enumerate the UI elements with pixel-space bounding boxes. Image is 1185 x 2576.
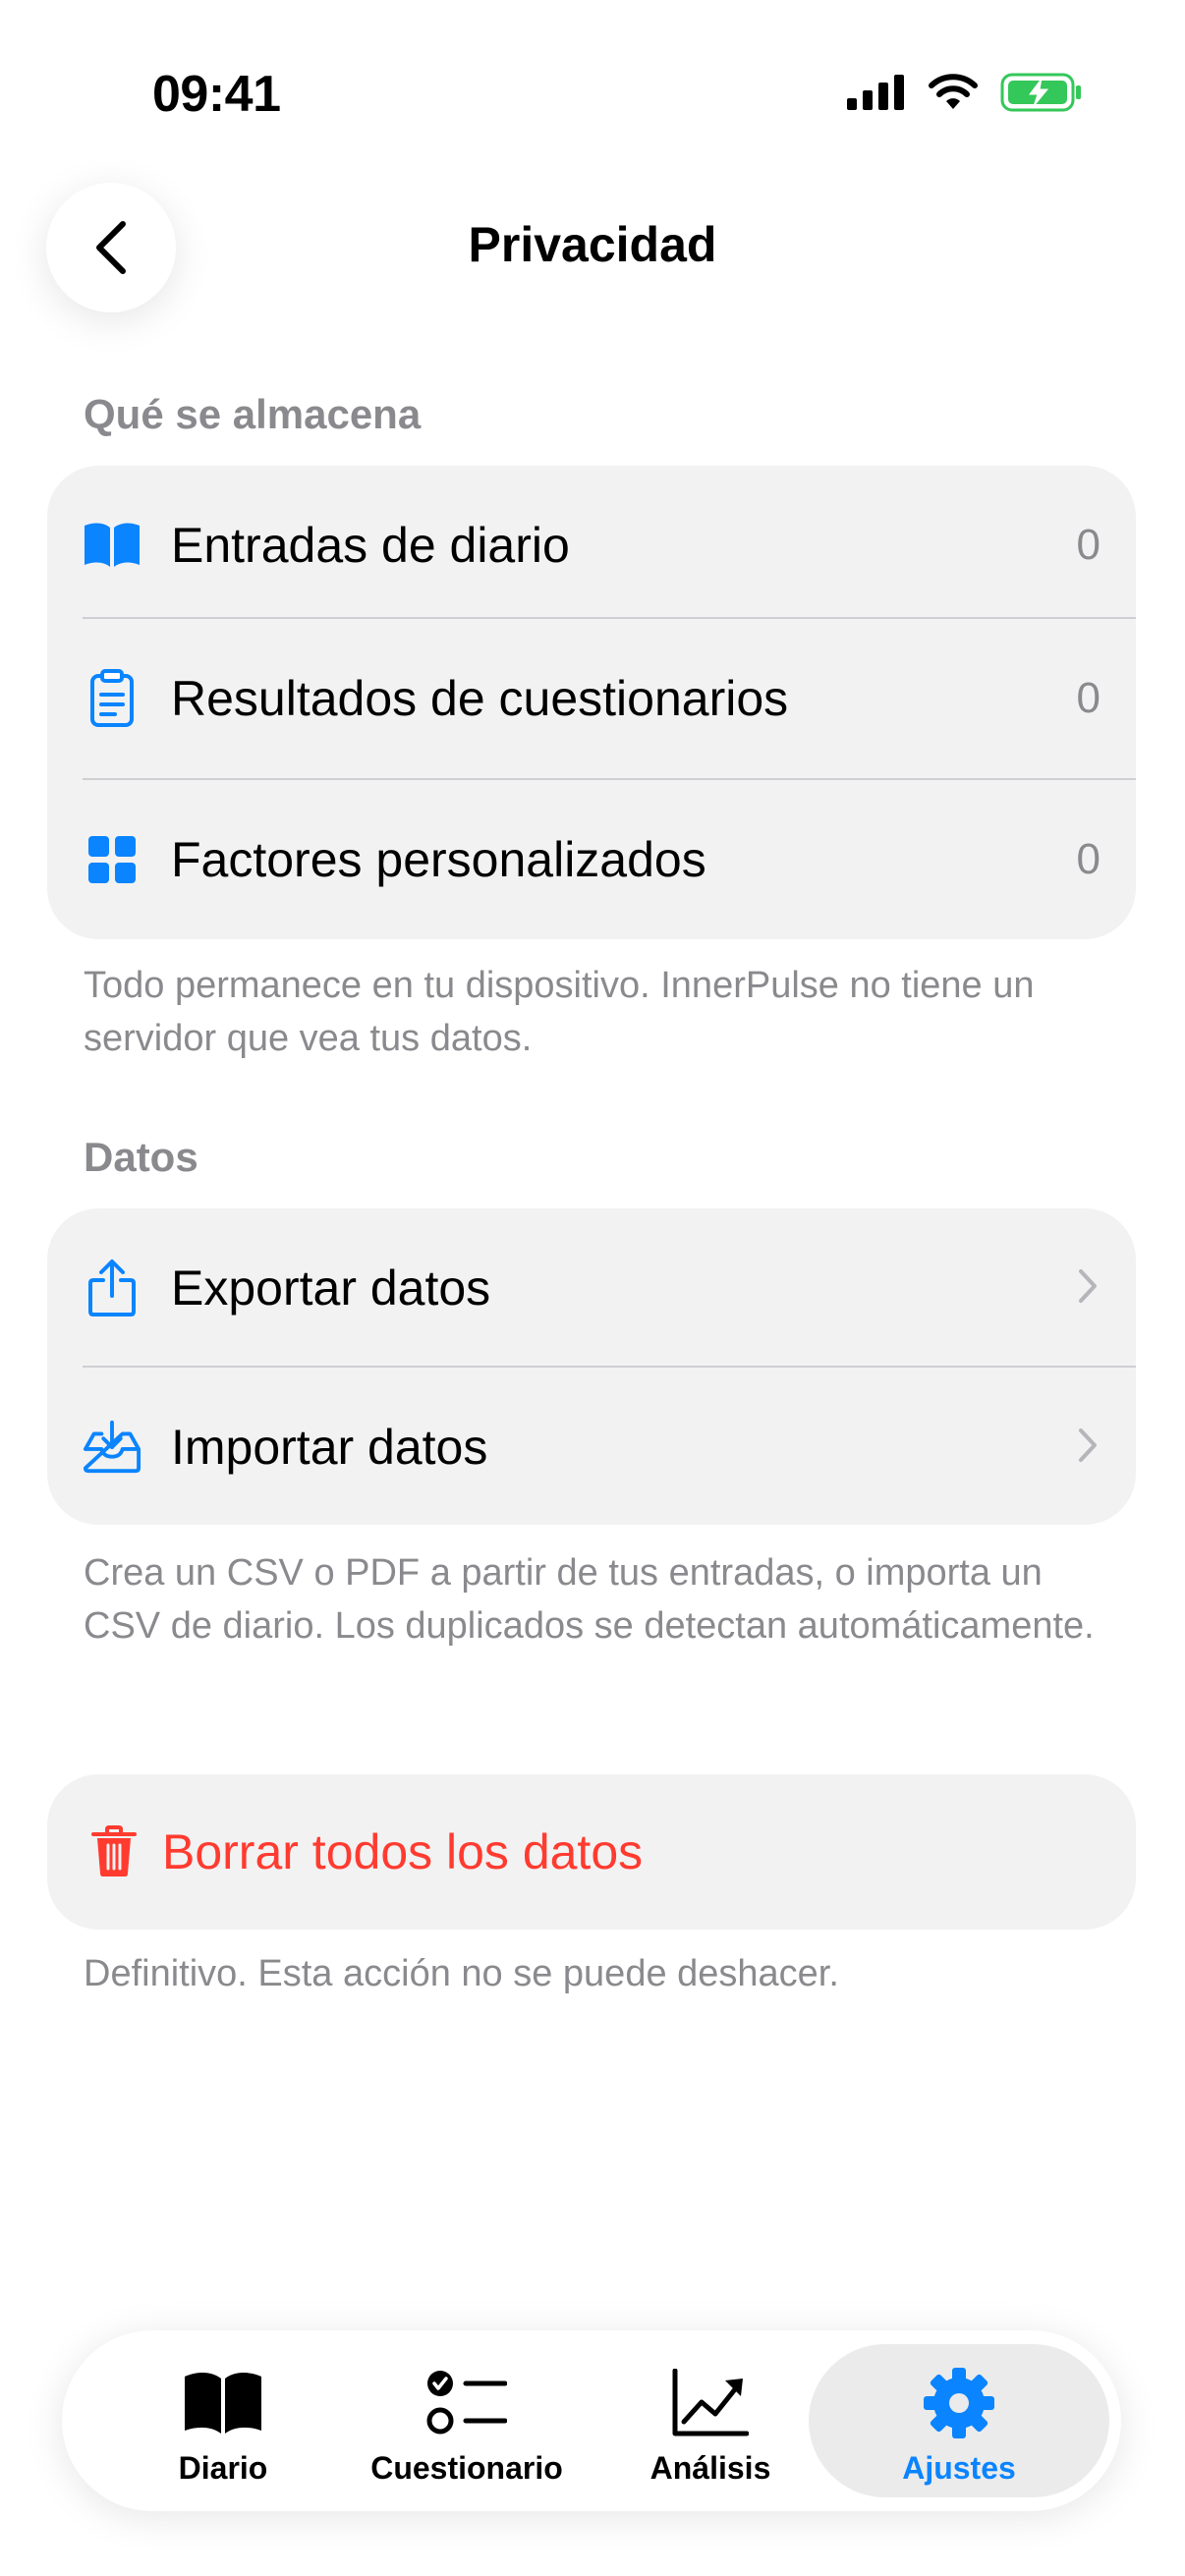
row-label: Entradas de diario xyxy=(171,518,570,573)
chevron-right-icon xyxy=(1077,1267,1099,1310)
page-title: Privacidad xyxy=(468,217,717,272)
tab-analisis[interactable]: Análisis xyxy=(589,2344,832,2497)
tab-diario[interactable]: Diario xyxy=(101,2344,345,2497)
book-icon xyxy=(183,2364,263,2442)
status-icons xyxy=(847,73,1083,112)
chart-icon xyxy=(672,2364,749,2442)
stored-data-card: Entradas de diario 0 Resultados de cuest… xyxy=(47,466,1136,939)
row-count: 0 xyxy=(1076,674,1100,722)
status-time: 09:41 xyxy=(152,66,281,123)
section-header-stored: Qué se almacena xyxy=(84,391,422,437)
book-icon xyxy=(83,516,141,575)
battery-charging-icon xyxy=(1000,73,1081,112)
tab-label: Análisis xyxy=(649,2450,771,2486)
section-header-data: Datos xyxy=(84,1134,198,1180)
clipboard-icon xyxy=(83,669,141,728)
delete-all-data-button[interactable]: Borrar todos los datos xyxy=(47,1774,1136,1930)
row-journal-entries: Entradas de diario 0 xyxy=(47,466,1136,625)
row-label: Resultados de cuestionarios xyxy=(171,671,789,726)
data-actions-card: Exportar datos Importar datos xyxy=(47,1208,1136,1525)
share-icon xyxy=(83,1259,141,1317)
tab-label: Diario xyxy=(178,2450,268,2486)
row-label: Exportar datos xyxy=(171,1260,491,1316)
grid-icon xyxy=(83,830,141,889)
delete-all-data-row: Borrar todos los datos xyxy=(47,1774,1136,1930)
data-footnote: Crea un CSV o PDF a partir de tus entrad… xyxy=(84,1552,1095,1647)
chevron-right-icon xyxy=(1077,1427,1099,1469)
navigation-bar: Privacidad xyxy=(0,179,1185,316)
tab-label: Cuestionario xyxy=(370,2450,563,2486)
row-count: 0 xyxy=(1076,521,1100,569)
tab-bar: Diario Cuestionario Análisis Ajustes xyxy=(62,2330,1121,2511)
row-count: 0 xyxy=(1076,835,1100,883)
wifi-icon xyxy=(929,74,978,109)
row-label: Factores personalizados xyxy=(171,832,706,887)
stored-footnote: Todo permanece en tu dispositivo. InnerP… xyxy=(84,965,1035,1059)
tab-cuestionario[interactable]: Cuestionario xyxy=(345,2344,589,2497)
import-data-row[interactable]: Importar datos xyxy=(47,1368,1136,1525)
tab-ajustes[interactable]: Ajustes xyxy=(809,2344,1109,2497)
cellular-signal-icon xyxy=(847,75,904,110)
row-custom-factors: Factores personalizados 0 xyxy=(47,780,1136,939)
row-questionnaire-results: Resultados de cuestionarios 0 xyxy=(47,619,1136,778)
gear-icon xyxy=(922,2364,996,2442)
tray-download-icon xyxy=(83,1418,141,1477)
tab-label: Ajustes xyxy=(902,2450,1016,2486)
delete-footnote: Definitivo. Esta acción no se puede desh… xyxy=(84,1953,839,1994)
checklist-icon xyxy=(426,2364,507,2442)
export-data-row[interactable]: Exportar datos xyxy=(47,1208,1136,1368)
trash-icon xyxy=(85,1822,143,1881)
status-bar: 09:41 xyxy=(0,0,1185,187)
delete-all-data-label: Borrar todos los datos xyxy=(162,1824,644,1879)
row-label: Importar datos xyxy=(171,1420,488,1475)
